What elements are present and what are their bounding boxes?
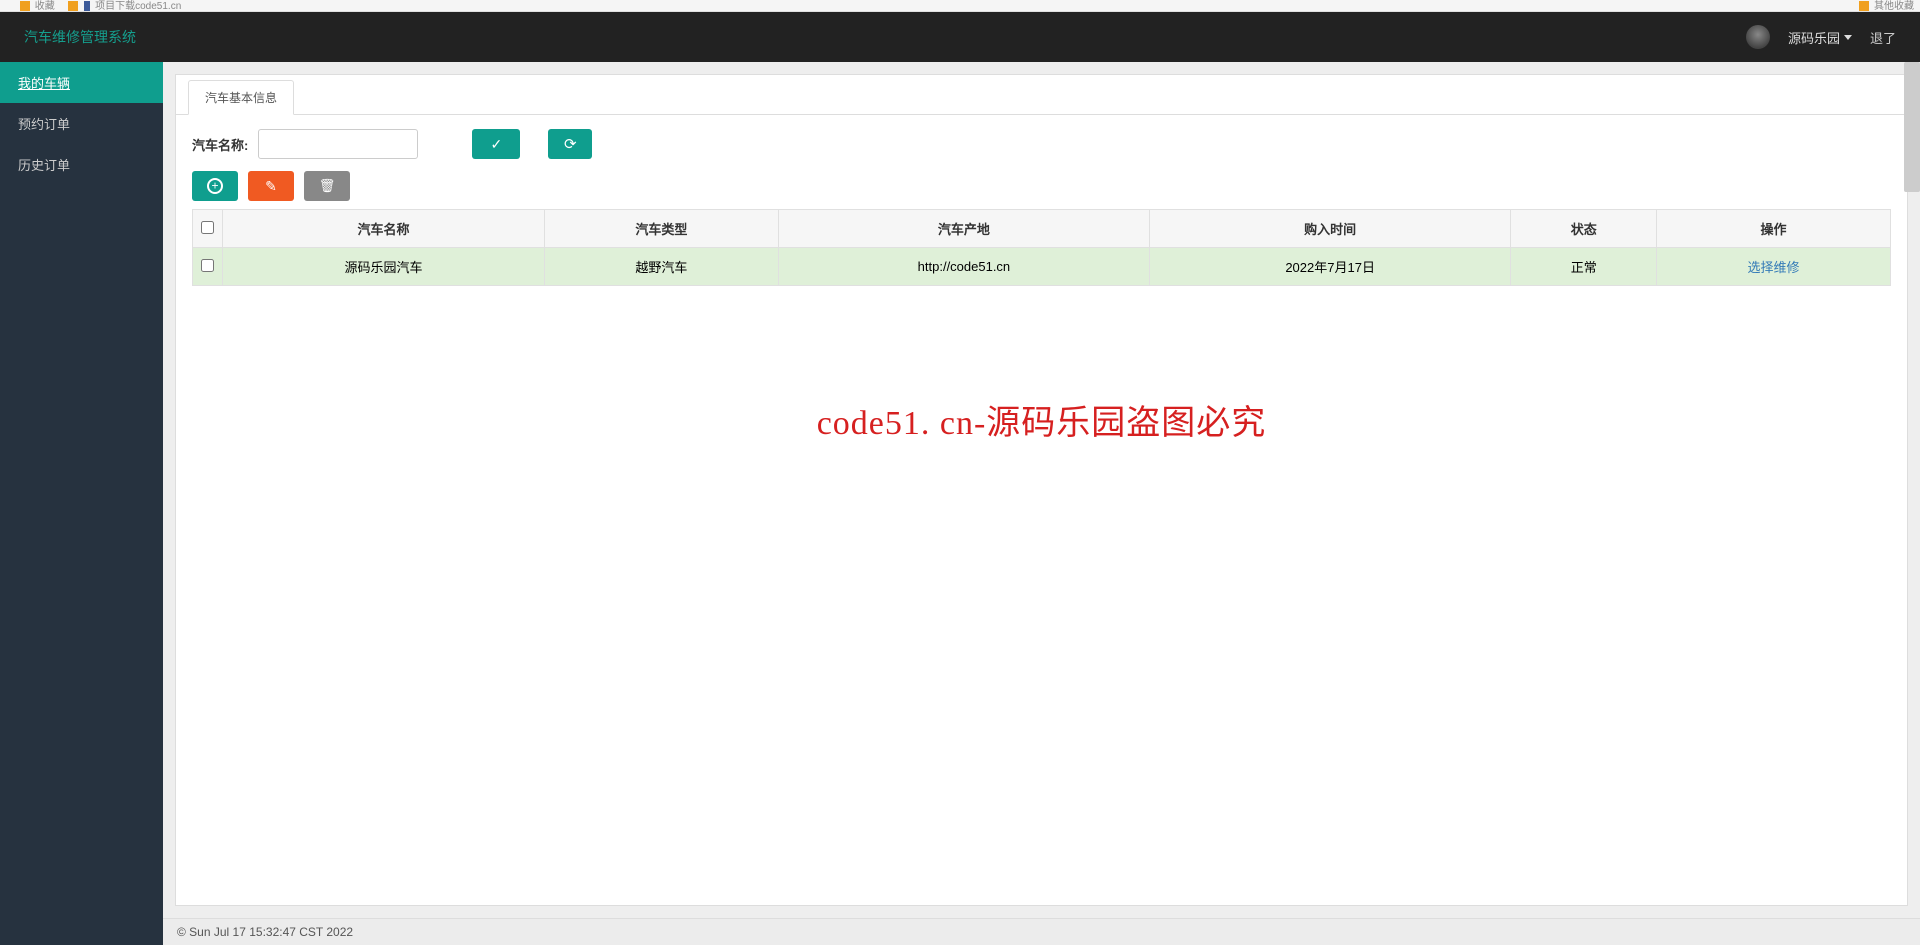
header-checkbox-cell <box>193 210 223 248</box>
browser-right-fragment: 其他收藏 <box>1859 0 1914 12</box>
col-buytime: 购入时间 <box>1149 210 1510 248</box>
pencil-icon <box>265 178 277 195</box>
vertical-scrollbar[interactable] <box>1904 62 1920 192</box>
cars-table: 汽车名称 汽车类型 汽车产地 购入时间 状态 操作 <box>192 209 1891 286</box>
sidebar: 我的车辆 预约订单 历史订单 <box>0 62 163 945</box>
browser-tab-fragment: 收藏 项目下载code51.cn <box>20 0 181 12</box>
logout-link[interactable]: 退了 <box>1870 28 1896 47</box>
search-button[interactable] <box>472 129 520 159</box>
add-button[interactable] <box>192 171 238 201</box>
folder-icon <box>20 1 30 11</box>
col-origin: 汽车产地 <box>778 210 1149 248</box>
sidebar-item-history-orders[interactable]: 历史订单 <box>0 144 163 185</box>
row-checkbox[interactable] <box>201 259 214 272</box>
col-type: 汽车类型 <box>544 210 778 248</box>
avatar[interactable] <box>1746 25 1770 49</box>
col-status: 状态 <box>1511 210 1657 248</box>
col-name: 汽车名称 <box>223 210 545 248</box>
folder-icon <box>68 1 78 11</box>
cell-type: 越野汽车 <box>544 248 778 286</box>
caret-down-icon <box>1844 35 1852 40</box>
toolbar: 汽车名称: <box>176 115 1907 201</box>
plus-circle-icon <box>207 178 223 194</box>
edit-button[interactable] <box>248 171 294 201</box>
table-row[interactable]: 源码乐园汽车 越野汽车 http://code51.cn 2022年7月17日 … <box>193 248 1891 286</box>
row-checkbox-cell <box>193 248 223 286</box>
cell-name: 源码乐园汽车 <box>223 248 545 286</box>
sidebar-item-reservation-orders[interactable]: 预约订单 <box>0 103 163 144</box>
select-all-checkbox[interactable] <box>201 221 214 234</box>
delete-button[interactable] <box>304 171 350 201</box>
app-header: 汽车维修管理系统 源码乐园 退了 <box>0 12 1920 62</box>
sidebar-item-my-cars[interactable]: 我的车辆 <box>0 62 163 103</box>
content-area: 汽车基本信息 汽车名称: <box>163 62 1920 945</box>
refresh-button[interactable] <box>548 129 592 159</box>
trash-icon <box>319 178 336 194</box>
page-icon <box>84 1 90 11</box>
tab-car-basic-info[interactable]: 汽车基本信息 <box>188 80 294 115</box>
folder-icon <box>1859 1 1869 11</box>
cell-status: 正常 <box>1511 248 1657 286</box>
search-label: 汽车名称: <box>192 135 248 154</box>
col-action: 操作 <box>1657 210 1891 248</box>
cell-buytime: 2022年7月17日 <box>1149 248 1510 286</box>
cell-action: 选择维修 <box>1657 248 1891 286</box>
browser-bar: 收藏 项目下载code51.cn 其他收藏 <box>0 0 1920 12</box>
tabs-bar: 汽车基本信息 <box>176 75 1907 115</box>
username-dropdown[interactable]: 源码乐园 <box>1788 28 1852 47</box>
cell-origin: http://code51.cn <box>778 248 1149 286</box>
username-label: 源码乐园 <box>1788 28 1840 47</box>
user-area: 源码乐园 退了 <box>1746 25 1896 49</box>
choose-repair-link[interactable]: 选择维修 <box>1748 260 1800 275</box>
footer: © Sun Jul 17 15:32:47 CST 2022 <box>163 918 1920 945</box>
refresh-icon <box>564 135 577 153</box>
table-wrap: 汽车名称 汽车类型 汽车产地 购入时间 状态 操作 <box>176 201 1907 905</box>
table-header-row: 汽车名称 汽车类型 汽车产地 购入时间 状态 操作 <box>193 210 1891 248</box>
check-icon <box>490 136 502 153</box>
car-name-input[interactable] <box>258 129 418 159</box>
app-title: 汽车维修管理系统 <box>24 27 136 47</box>
